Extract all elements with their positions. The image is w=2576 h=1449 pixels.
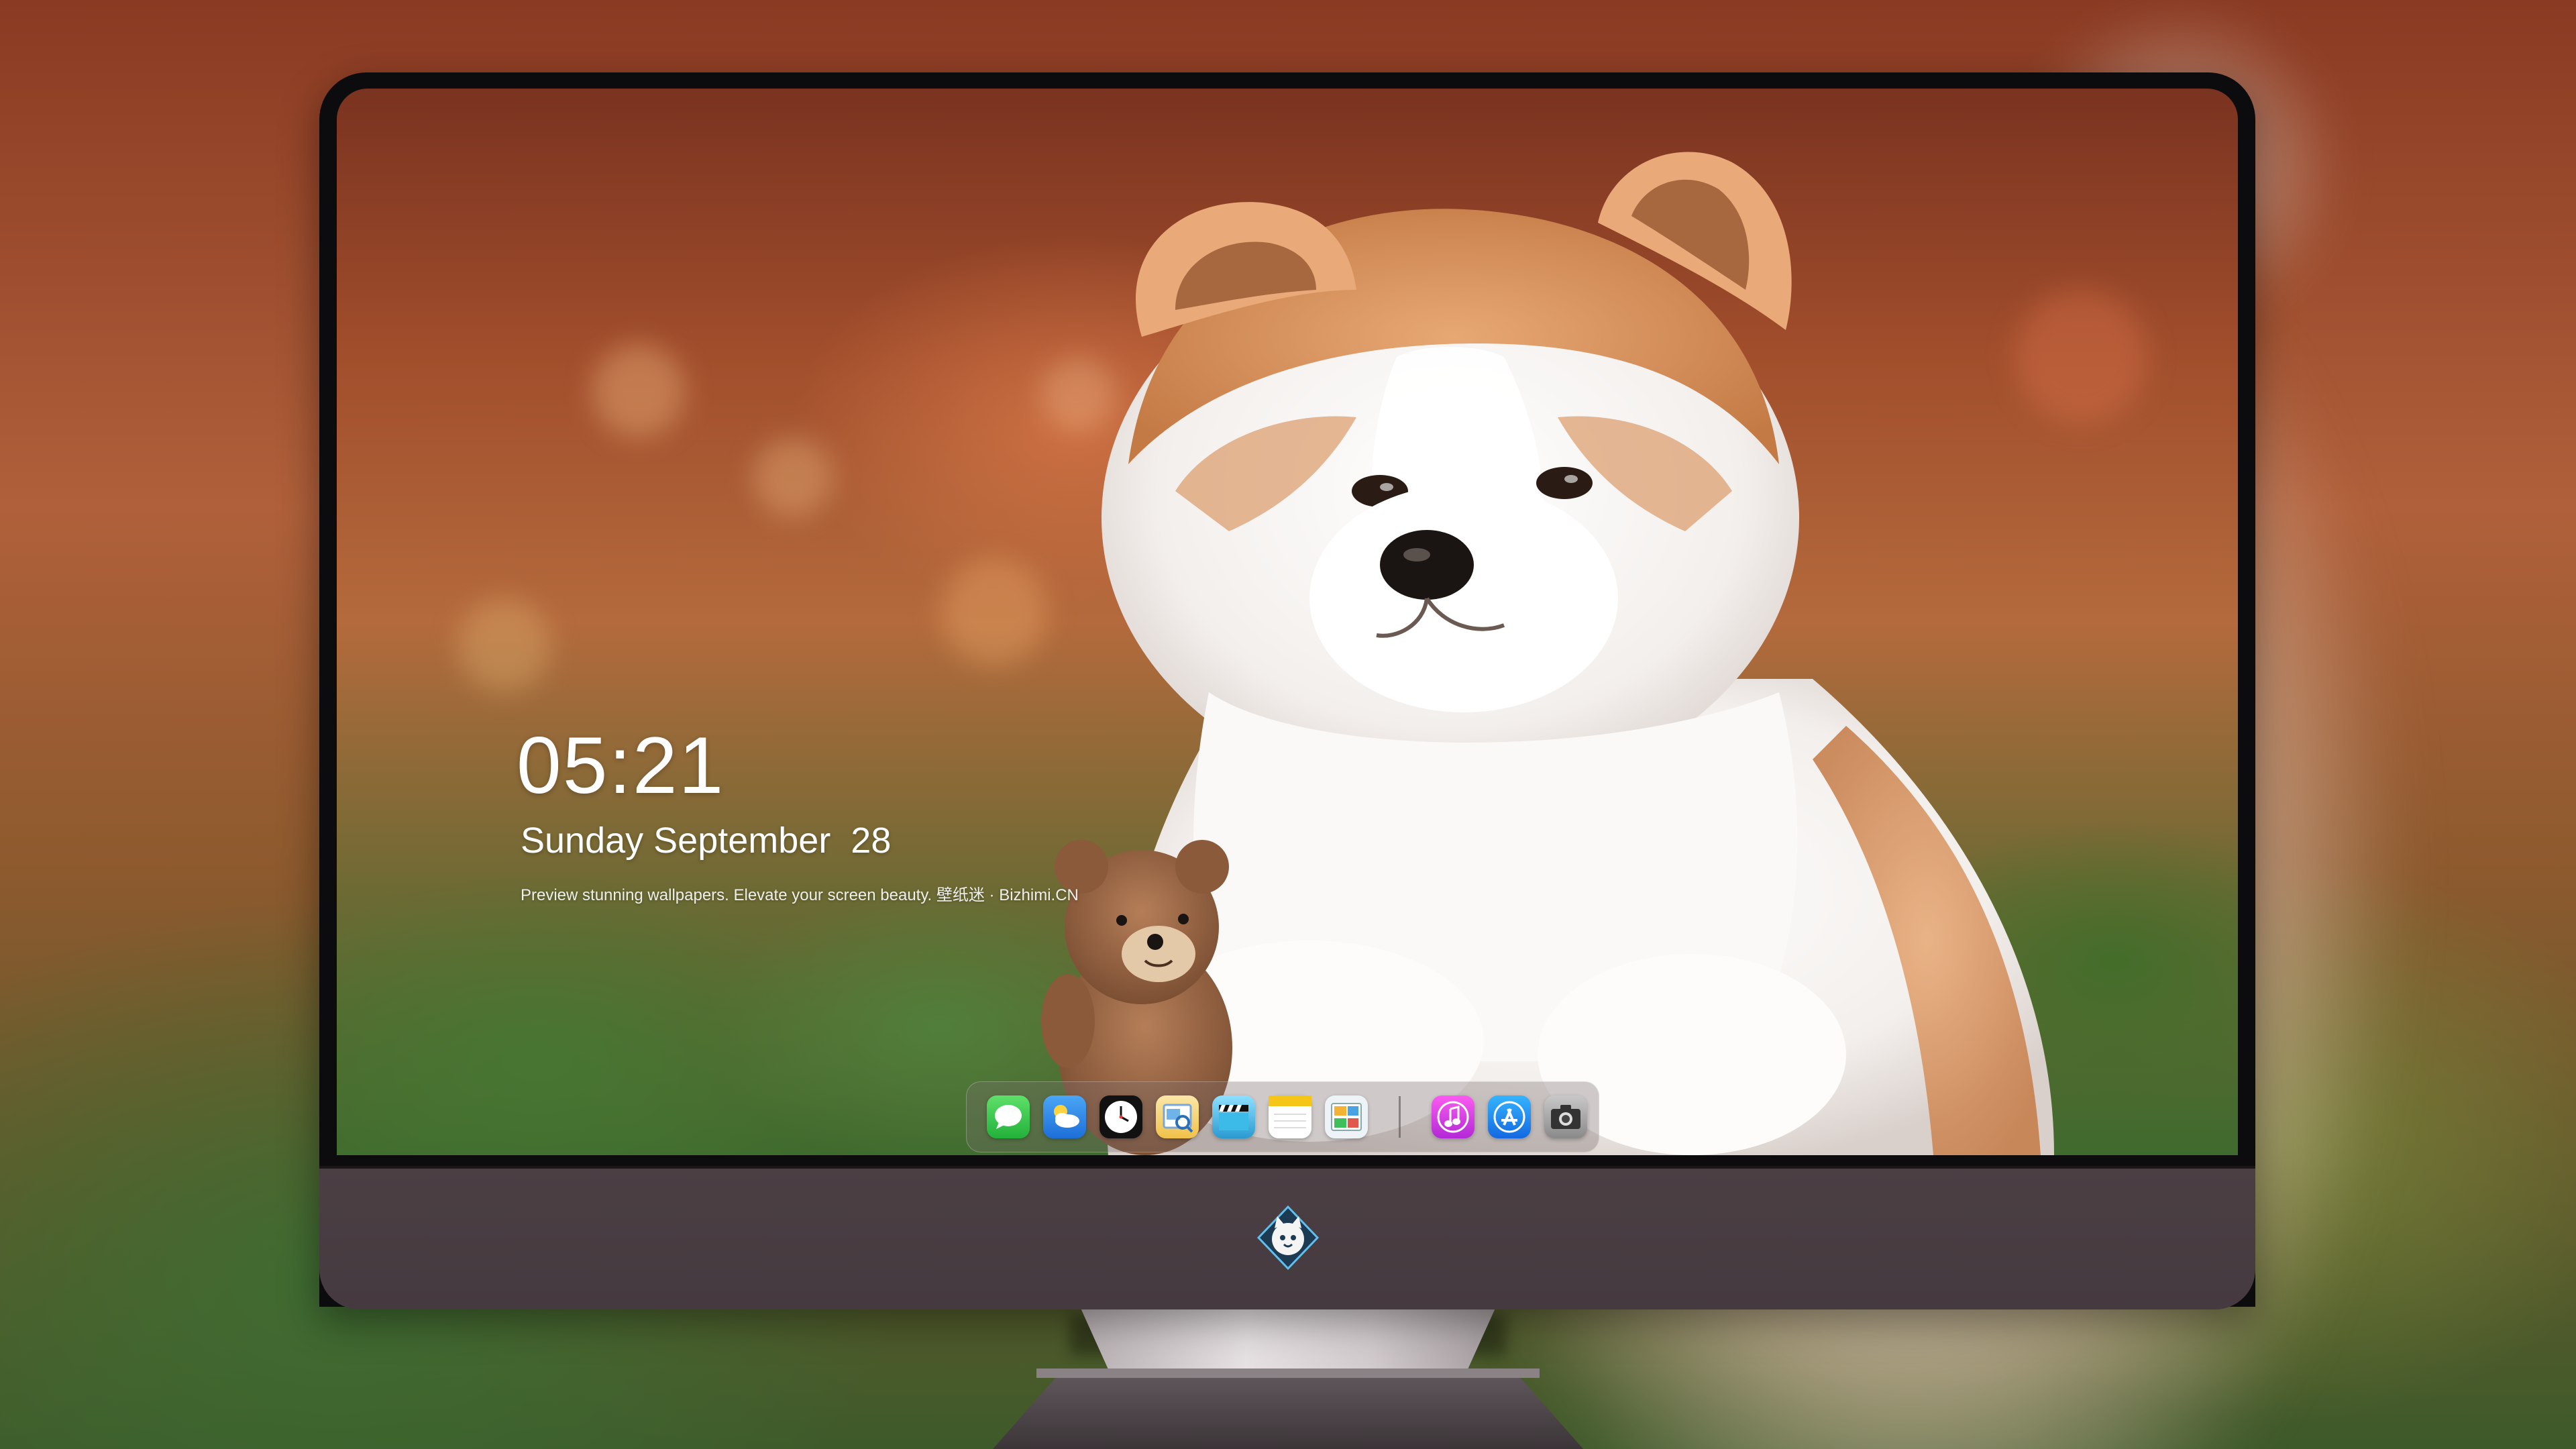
dock xyxy=(966,1081,1599,1152)
clapperboard-icon[interactable] xyxy=(1212,1095,1255,1138)
photo-gallery-icon[interactable] xyxy=(1325,1095,1368,1138)
dock-separator xyxy=(1399,1096,1401,1138)
lock-screen-clock: 05:21 xyxy=(517,720,725,810)
wallpaper-akita-puppy xyxy=(337,89,2238,1155)
monitor-stand-base xyxy=(993,1368,1583,1449)
cat-mascot-logo-icon xyxy=(1254,1204,1322,1271)
monitor-screen: 05:21 Sunday September 28 Preview stunni… xyxy=(337,89,2238,1155)
lock-screen-date: Sunday September 28 xyxy=(521,820,892,861)
app-store-icon[interactable] xyxy=(1488,1095,1531,1138)
lock-screen-tagline: Preview stunning wallpapers. Elevate you… xyxy=(521,886,1079,904)
notes-icon[interactable] xyxy=(1269,1095,1311,1138)
weather-icon[interactable] xyxy=(1043,1095,1086,1138)
camera-icon[interactable] xyxy=(1544,1095,1587,1138)
monitor-stand-base-edge xyxy=(1036,1368,1540,1378)
messages-icon[interactable] xyxy=(987,1095,1030,1138)
clock-icon[interactable] xyxy=(1099,1095,1142,1138)
music-icon[interactable] xyxy=(1432,1095,1474,1138)
desktop-background: 05:21 Sunday September 28 Preview stunni… xyxy=(0,0,2576,1449)
preview-icon[interactable] xyxy=(1156,1095,1199,1138)
